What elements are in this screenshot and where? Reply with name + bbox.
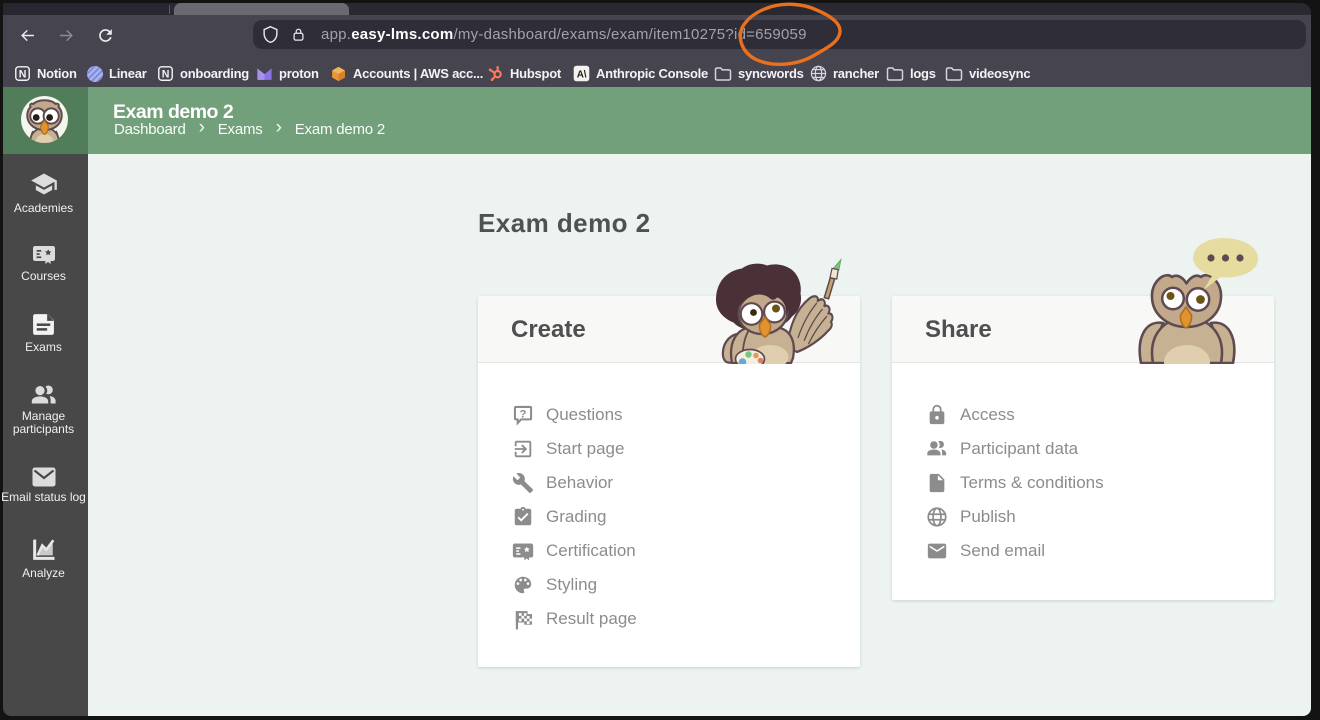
svg-text:N: N [19,68,27,80]
svg-text:?: ? [520,408,527,420]
svg-text:N: N [162,68,170,80]
svg-text:A\: A\ [577,69,587,80]
